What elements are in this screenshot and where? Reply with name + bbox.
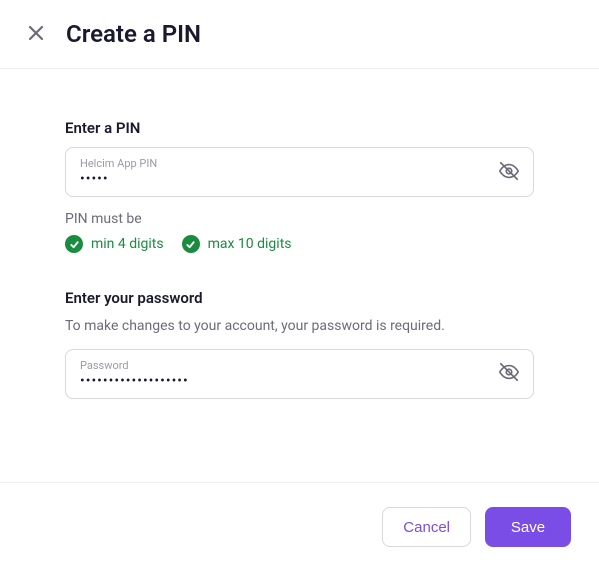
close-button[interactable] — [24, 22, 48, 46]
eye-off-icon — [498, 361, 520, 386]
password-float-label: Password — [80, 359, 485, 372]
pin-section-label: Enter a PIN — [65, 119, 534, 137]
requirement-max-digits: max 10 digits — [182, 235, 292, 253]
toggle-password-visibility-button[interactable] — [497, 362, 521, 386]
dialog-header: Create a PIN — [0, 0, 599, 69]
check-icon — [182, 235, 200, 253]
create-pin-dialog: Create a PIN Enter a PIN Helcim App PIN … — [0, 0, 599, 571]
dialog-footer: Cancel Save — [0, 482, 599, 571]
save-button[interactable]: Save — [485, 507, 571, 547]
pin-input-container[interactable]: Helcim App PIN — [65, 147, 534, 197]
dialog-title: Create a PIN — [66, 20, 201, 48]
pin-float-label: Helcim App PIN — [80, 157, 485, 170]
cancel-button[interactable]: Cancel — [382, 507, 471, 547]
dialog-content: Enter a PIN Helcim App PIN PIN must be — [0, 69, 599, 482]
close-icon — [27, 24, 45, 45]
password-section-label: Enter your password — [65, 289, 534, 307]
password-input[interactable] — [80, 373, 485, 389]
requirements-title: PIN must be — [65, 211, 534, 227]
eye-off-icon — [498, 160, 520, 185]
password-section-description: To make changes to your account, your pa… — [65, 317, 534, 337]
requirement-min-digits: min 4 digits — [65, 235, 164, 253]
toggle-pin-visibility-button[interactable] — [497, 160, 521, 184]
check-icon — [65, 235, 83, 253]
password-input-container[interactable]: Password — [65, 349, 534, 399]
requirement-text: min 4 digits — [91, 236, 164, 252]
requirements-list: min 4 digits max 10 digits — [65, 235, 534, 253]
requirement-text: max 10 digits — [208, 236, 292, 252]
pin-input[interactable] — [80, 171, 485, 187]
